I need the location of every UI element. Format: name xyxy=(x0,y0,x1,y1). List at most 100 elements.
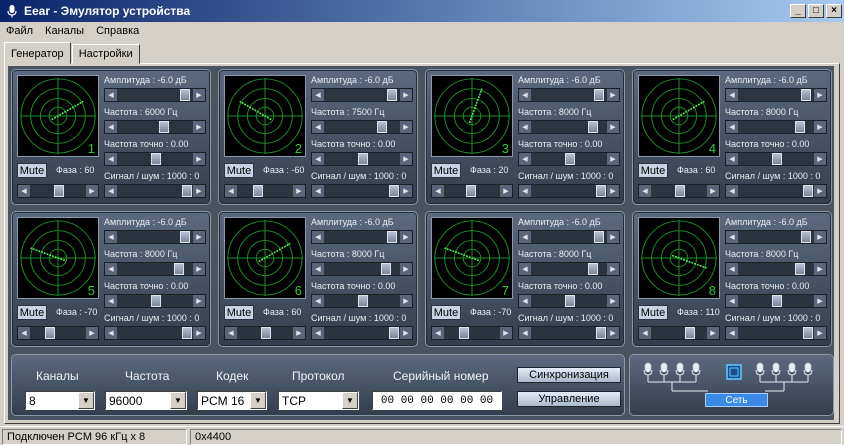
phase-slider[interactable]: ◀ ▶ xyxy=(431,184,513,198)
slider-thumb[interactable] xyxy=(565,153,575,165)
fine-frequency-slider[interactable]: ◀ ▶ xyxy=(518,294,620,308)
protocol-select[interactable]: TCP ▼ xyxy=(278,391,359,410)
frequency-slider[interactable]: ◀ ▶ xyxy=(311,120,413,134)
slider-thumb[interactable] xyxy=(387,89,397,101)
arrow-right-icon[interactable]: ▶ xyxy=(400,295,412,307)
arrow-right-icon[interactable]: ▶ xyxy=(400,185,412,197)
arrow-left-icon[interactable]: ◀ xyxy=(312,263,324,275)
serial-field[interactable]: 00 00 00 00 00 00 xyxy=(372,391,502,410)
sync-button[interactable]: Синхронизация xyxy=(517,367,621,383)
phase-slider[interactable]: ◀ ▶ xyxy=(224,184,306,198)
slider-thumb[interactable] xyxy=(358,153,368,165)
slider-thumb[interactable] xyxy=(466,185,476,197)
arrow-right-icon[interactable]: ▶ xyxy=(607,295,619,307)
slider-thumb[interactable] xyxy=(180,89,190,101)
arrow-left-icon[interactable]: ◀ xyxy=(18,185,30,197)
slider-thumb[interactable] xyxy=(803,185,813,197)
slider-thumb[interactable] xyxy=(381,263,391,275)
menu-file[interactable]: Файл xyxy=(6,25,33,37)
dropdown-arrow-icon[interactable]: ▼ xyxy=(170,392,186,409)
arrow-right-icon[interactable]: ▶ xyxy=(500,327,512,339)
mute-button[interactable]: Mute xyxy=(431,163,461,178)
arrow-left-icon[interactable]: ◀ xyxy=(312,121,324,133)
maximize-button[interactable]: □ xyxy=(808,4,824,18)
slider-thumb[interactable] xyxy=(159,121,169,133)
arrow-right-icon[interactable]: ▶ xyxy=(86,327,98,339)
frequency-slider[interactable]: ◀ ▶ xyxy=(725,262,827,276)
mute-button[interactable]: Mute xyxy=(17,163,47,178)
arrow-right-icon[interactable]: ▶ xyxy=(607,153,619,165)
arrow-left-icon[interactable]: ◀ xyxy=(726,263,738,275)
arrow-right-icon[interactable]: ▶ xyxy=(814,153,826,165)
mute-button[interactable]: Mute xyxy=(431,305,461,320)
slider-thumb[interactable] xyxy=(685,327,695,339)
arrow-right-icon[interactable]: ▶ xyxy=(400,231,412,243)
fine-frequency-slider[interactable]: ◀ ▶ xyxy=(311,294,413,308)
arrow-left-icon[interactable]: ◀ xyxy=(519,121,531,133)
arrow-left-icon[interactable]: ◀ xyxy=(519,263,531,275)
snr-slider[interactable]: ◀ ▶ xyxy=(518,184,620,198)
slider-thumb[interactable] xyxy=(772,295,782,307)
phase-slider[interactable]: ◀ ▶ xyxy=(638,184,720,198)
phase-slider[interactable]: ◀ ▶ xyxy=(638,326,720,340)
arrow-right-icon[interactable]: ▶ xyxy=(400,263,412,275)
arrow-left-icon[interactable]: ◀ xyxy=(726,327,738,339)
amplitude-slider[interactable]: ◀ ▶ xyxy=(311,88,413,102)
arrow-left-icon[interactable]: ◀ xyxy=(312,327,324,339)
arrow-left-icon[interactable]: ◀ xyxy=(519,153,531,165)
arrow-left-icon[interactable]: ◀ xyxy=(312,295,324,307)
slider-thumb[interactable] xyxy=(588,121,598,133)
arrow-right-icon[interactable]: ▶ xyxy=(193,121,205,133)
dropdown-arrow-icon[interactable]: ▼ xyxy=(342,392,358,409)
arrow-left-icon[interactable]: ◀ xyxy=(519,89,531,101)
arrow-right-icon[interactable]: ▶ xyxy=(607,231,619,243)
mute-button[interactable]: Mute xyxy=(224,163,254,178)
slider-thumb[interactable] xyxy=(675,185,685,197)
arrow-left-icon[interactable]: ◀ xyxy=(105,327,117,339)
snr-slider[interactable]: ◀ ▶ xyxy=(725,326,827,340)
codec-select[interactable]: PCM 16 ▼ xyxy=(197,391,267,410)
arrow-left-icon[interactable]: ◀ xyxy=(639,327,651,339)
arrow-left-icon[interactable]: ◀ xyxy=(18,327,30,339)
arrow-right-icon[interactable]: ▶ xyxy=(193,89,205,101)
arrow-right-icon[interactable]: ▶ xyxy=(400,89,412,101)
fine-frequency-slider[interactable]: ◀ ▶ xyxy=(725,294,827,308)
arrow-left-icon[interactable]: ◀ xyxy=(105,89,117,101)
arrow-right-icon[interactable]: ▶ xyxy=(607,263,619,275)
control-button[interactable]: Управление xyxy=(517,391,621,407)
arrow-right-icon[interactable]: ▶ xyxy=(814,89,826,101)
frequency-slider[interactable]: ◀ ▶ xyxy=(725,120,827,134)
slider-thumb[interactable] xyxy=(459,327,469,339)
arrow-left-icon[interactable]: ◀ xyxy=(726,295,738,307)
snr-slider[interactable]: ◀ ▶ xyxy=(104,184,206,198)
frequency-slider[interactable]: ◀ ▶ xyxy=(104,262,206,276)
snr-slider[interactable]: ◀ ▶ xyxy=(311,184,413,198)
slider-thumb[interactable] xyxy=(389,327,399,339)
arrow-right-icon[interactable]: ▶ xyxy=(707,185,719,197)
dropdown-arrow-icon[interactable]: ▼ xyxy=(78,392,94,409)
arrow-left-icon[interactable]: ◀ xyxy=(519,185,531,197)
frequency-slider[interactable]: ◀ ▶ xyxy=(518,120,620,134)
fine-frequency-slider[interactable]: ◀ ▶ xyxy=(104,152,206,166)
arrow-left-icon[interactable]: ◀ xyxy=(726,121,738,133)
amplitude-slider[interactable]: ◀ ▶ xyxy=(104,88,206,102)
amplitude-slider[interactable]: ◀ ▶ xyxy=(725,230,827,244)
arrow-left-icon[interactable]: ◀ xyxy=(312,153,324,165)
arrow-left-icon[interactable]: ◀ xyxy=(519,231,531,243)
arrow-right-icon[interactable]: ▶ xyxy=(193,263,205,275)
slider-thumb[interactable] xyxy=(180,231,190,243)
arrow-left-icon[interactable]: ◀ xyxy=(105,185,117,197)
slider-thumb[interactable] xyxy=(151,295,161,307)
amplitude-slider[interactable]: ◀ ▶ xyxy=(311,230,413,244)
slider-thumb[interactable] xyxy=(772,153,782,165)
menu-channels[interactable]: Каналы xyxy=(45,25,84,37)
network-button[interactable]: Сеть xyxy=(705,393,768,407)
slider-thumb[interactable] xyxy=(795,121,805,133)
arrow-right-icon[interactable]: ▶ xyxy=(400,153,412,165)
close-button[interactable]: × xyxy=(826,4,842,18)
arrow-left-icon[interactable]: ◀ xyxy=(312,185,324,197)
amplitude-slider[interactable]: ◀ ▶ xyxy=(104,230,206,244)
arrow-left-icon[interactable]: ◀ xyxy=(726,89,738,101)
mute-button[interactable]: Mute xyxy=(638,163,668,178)
slider-thumb[interactable] xyxy=(377,121,387,133)
